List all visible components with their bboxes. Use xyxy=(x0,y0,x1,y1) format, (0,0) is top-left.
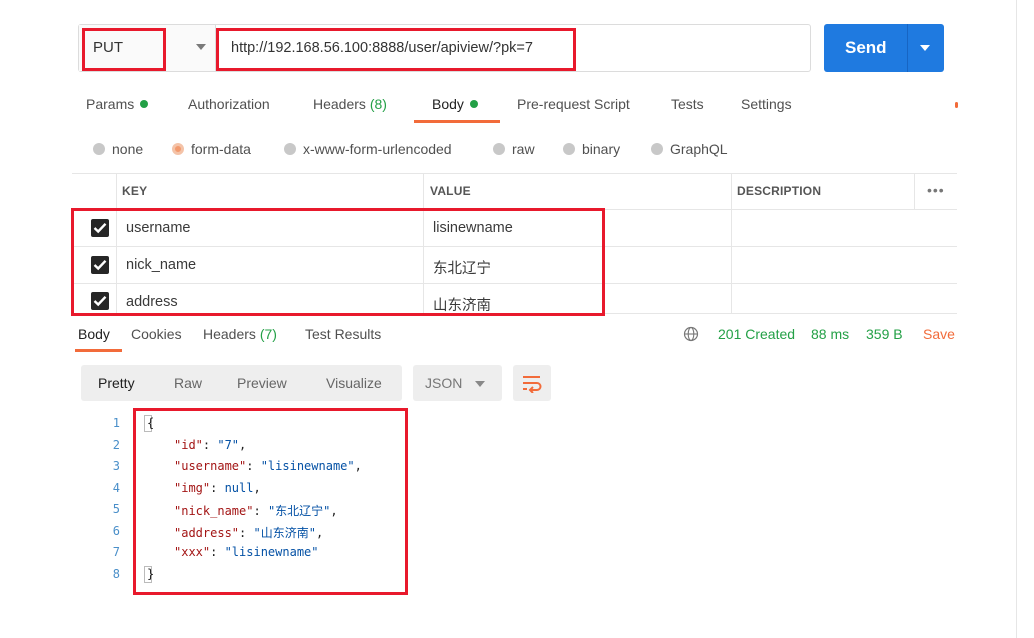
line-number: 3 xyxy=(112,459,120,473)
format-label: JSON xyxy=(425,375,463,391)
radio-label: none xyxy=(112,141,144,157)
save-response-button[interactable]: Save xyxy=(923,326,955,342)
tab-label: Body xyxy=(432,96,464,112)
tab-authorization[interactable]: Authorization xyxy=(188,96,270,112)
response-tab-cookies[interactable]: Cookies xyxy=(131,326,182,342)
radio-icon xyxy=(284,143,296,155)
tab-label: Cookies xyxy=(131,326,182,342)
table-border xyxy=(914,173,915,209)
table-border xyxy=(731,173,732,313)
radio-form-data[interactable]: form-data xyxy=(172,141,251,157)
active-tab-indicator xyxy=(75,349,122,352)
column-header-value: VALUE xyxy=(430,184,471,198)
line-number: 5 xyxy=(112,502,120,516)
annotation-box-url xyxy=(216,28,576,71)
wrap-lines-button[interactable] xyxy=(513,365,551,401)
radio-icon xyxy=(563,143,575,155)
tab-tests[interactable]: Tests xyxy=(671,96,704,112)
status-dot-icon xyxy=(140,100,149,108)
response-tab-body[interactable]: Body xyxy=(78,326,110,342)
annotation-box-response xyxy=(133,408,408,595)
send-button[interactable]: Send xyxy=(824,24,944,72)
tab-count: (7) xyxy=(259,326,277,342)
tab-params[interactable]: Params xyxy=(86,96,149,112)
send-divider xyxy=(907,24,908,72)
overflow-indicator xyxy=(955,102,958,108)
tab-label: Body xyxy=(78,326,110,342)
line-number: 1 xyxy=(112,416,120,430)
tab-label: Headers xyxy=(313,96,366,112)
radio-binary[interactable]: binary xyxy=(563,141,620,157)
response-size[interactable]: 359 B xyxy=(866,326,903,342)
response-tab-headers[interactable]: Headers (7) xyxy=(203,326,277,342)
radio-raw[interactable]: raw xyxy=(493,141,535,157)
line-number: 8 xyxy=(112,567,120,581)
tab-pre-request-script[interactable]: Pre-request Script xyxy=(517,96,630,112)
wrap-lines-icon xyxy=(523,376,542,393)
tab-label: Headers xyxy=(203,326,256,342)
radio-selected-icon xyxy=(172,143,184,155)
radio-label: form-data xyxy=(191,141,251,157)
annotation-box-params xyxy=(71,208,605,316)
view-visualize[interactable]: Visualize xyxy=(326,375,382,391)
format-select[interactable]: JSON xyxy=(413,365,502,401)
radio-label: GraphQL xyxy=(670,141,728,157)
response-time[interactable]: 88 ms xyxy=(811,326,849,342)
tab-label: Settings xyxy=(741,96,792,112)
tab-headers[interactable]: Headers (8) xyxy=(313,96,387,112)
tab-label: Pre-request Script xyxy=(517,96,630,112)
line-number: 2 xyxy=(112,438,120,452)
radio-x-www-form-urlencoded[interactable]: x-www-form-urlencoded xyxy=(284,141,452,157)
tab-settings[interactable]: Settings xyxy=(741,96,792,112)
tab-label: Params xyxy=(86,96,135,112)
tab-label: Test Results xyxy=(305,326,382,342)
send-options-chevron-icon[interactable] xyxy=(920,45,930,51)
more-options-icon[interactable]: ••• xyxy=(927,182,945,198)
panel-divider xyxy=(1016,0,1017,638)
chevron-down-icon xyxy=(475,381,485,387)
response-tab-test-results[interactable]: Test Results xyxy=(305,326,381,342)
tab-body[interactable]: Body xyxy=(432,96,478,112)
view-pretty[interactable]: Pretty xyxy=(98,375,135,391)
chevron-down-icon xyxy=(196,44,206,50)
tab-label: Authorization xyxy=(188,96,270,112)
view-preview[interactable]: Preview xyxy=(237,375,287,391)
radio-label: x-www-form-urlencoded xyxy=(303,141,452,157)
column-header-key: KEY xyxy=(122,184,148,198)
tab-label: Tests xyxy=(671,96,704,112)
line-number: 6 xyxy=(112,524,120,538)
table-border xyxy=(72,173,957,174)
radio-icon xyxy=(93,143,105,155)
active-tab-indicator xyxy=(414,120,500,123)
send-label: Send xyxy=(845,38,887,57)
radio-label: binary xyxy=(582,141,621,157)
column-header-description: DESCRIPTION xyxy=(737,184,822,198)
status-dot-icon xyxy=(469,100,478,108)
line-number: 7 xyxy=(112,545,120,559)
tab-count: (8) xyxy=(369,96,387,112)
radio-icon xyxy=(651,143,663,155)
radio-graphql[interactable]: GraphQL xyxy=(651,141,728,157)
radio-none[interactable]: none xyxy=(93,141,143,157)
globe-icon[interactable] xyxy=(683,326,699,342)
status-code[interactable]: 201 Created xyxy=(718,326,795,342)
radio-icon xyxy=(493,143,505,155)
line-number: 4 xyxy=(112,481,120,495)
radio-label: raw xyxy=(512,141,535,157)
view-raw[interactable]: Raw xyxy=(174,375,202,391)
annotation-box-method xyxy=(82,28,166,71)
